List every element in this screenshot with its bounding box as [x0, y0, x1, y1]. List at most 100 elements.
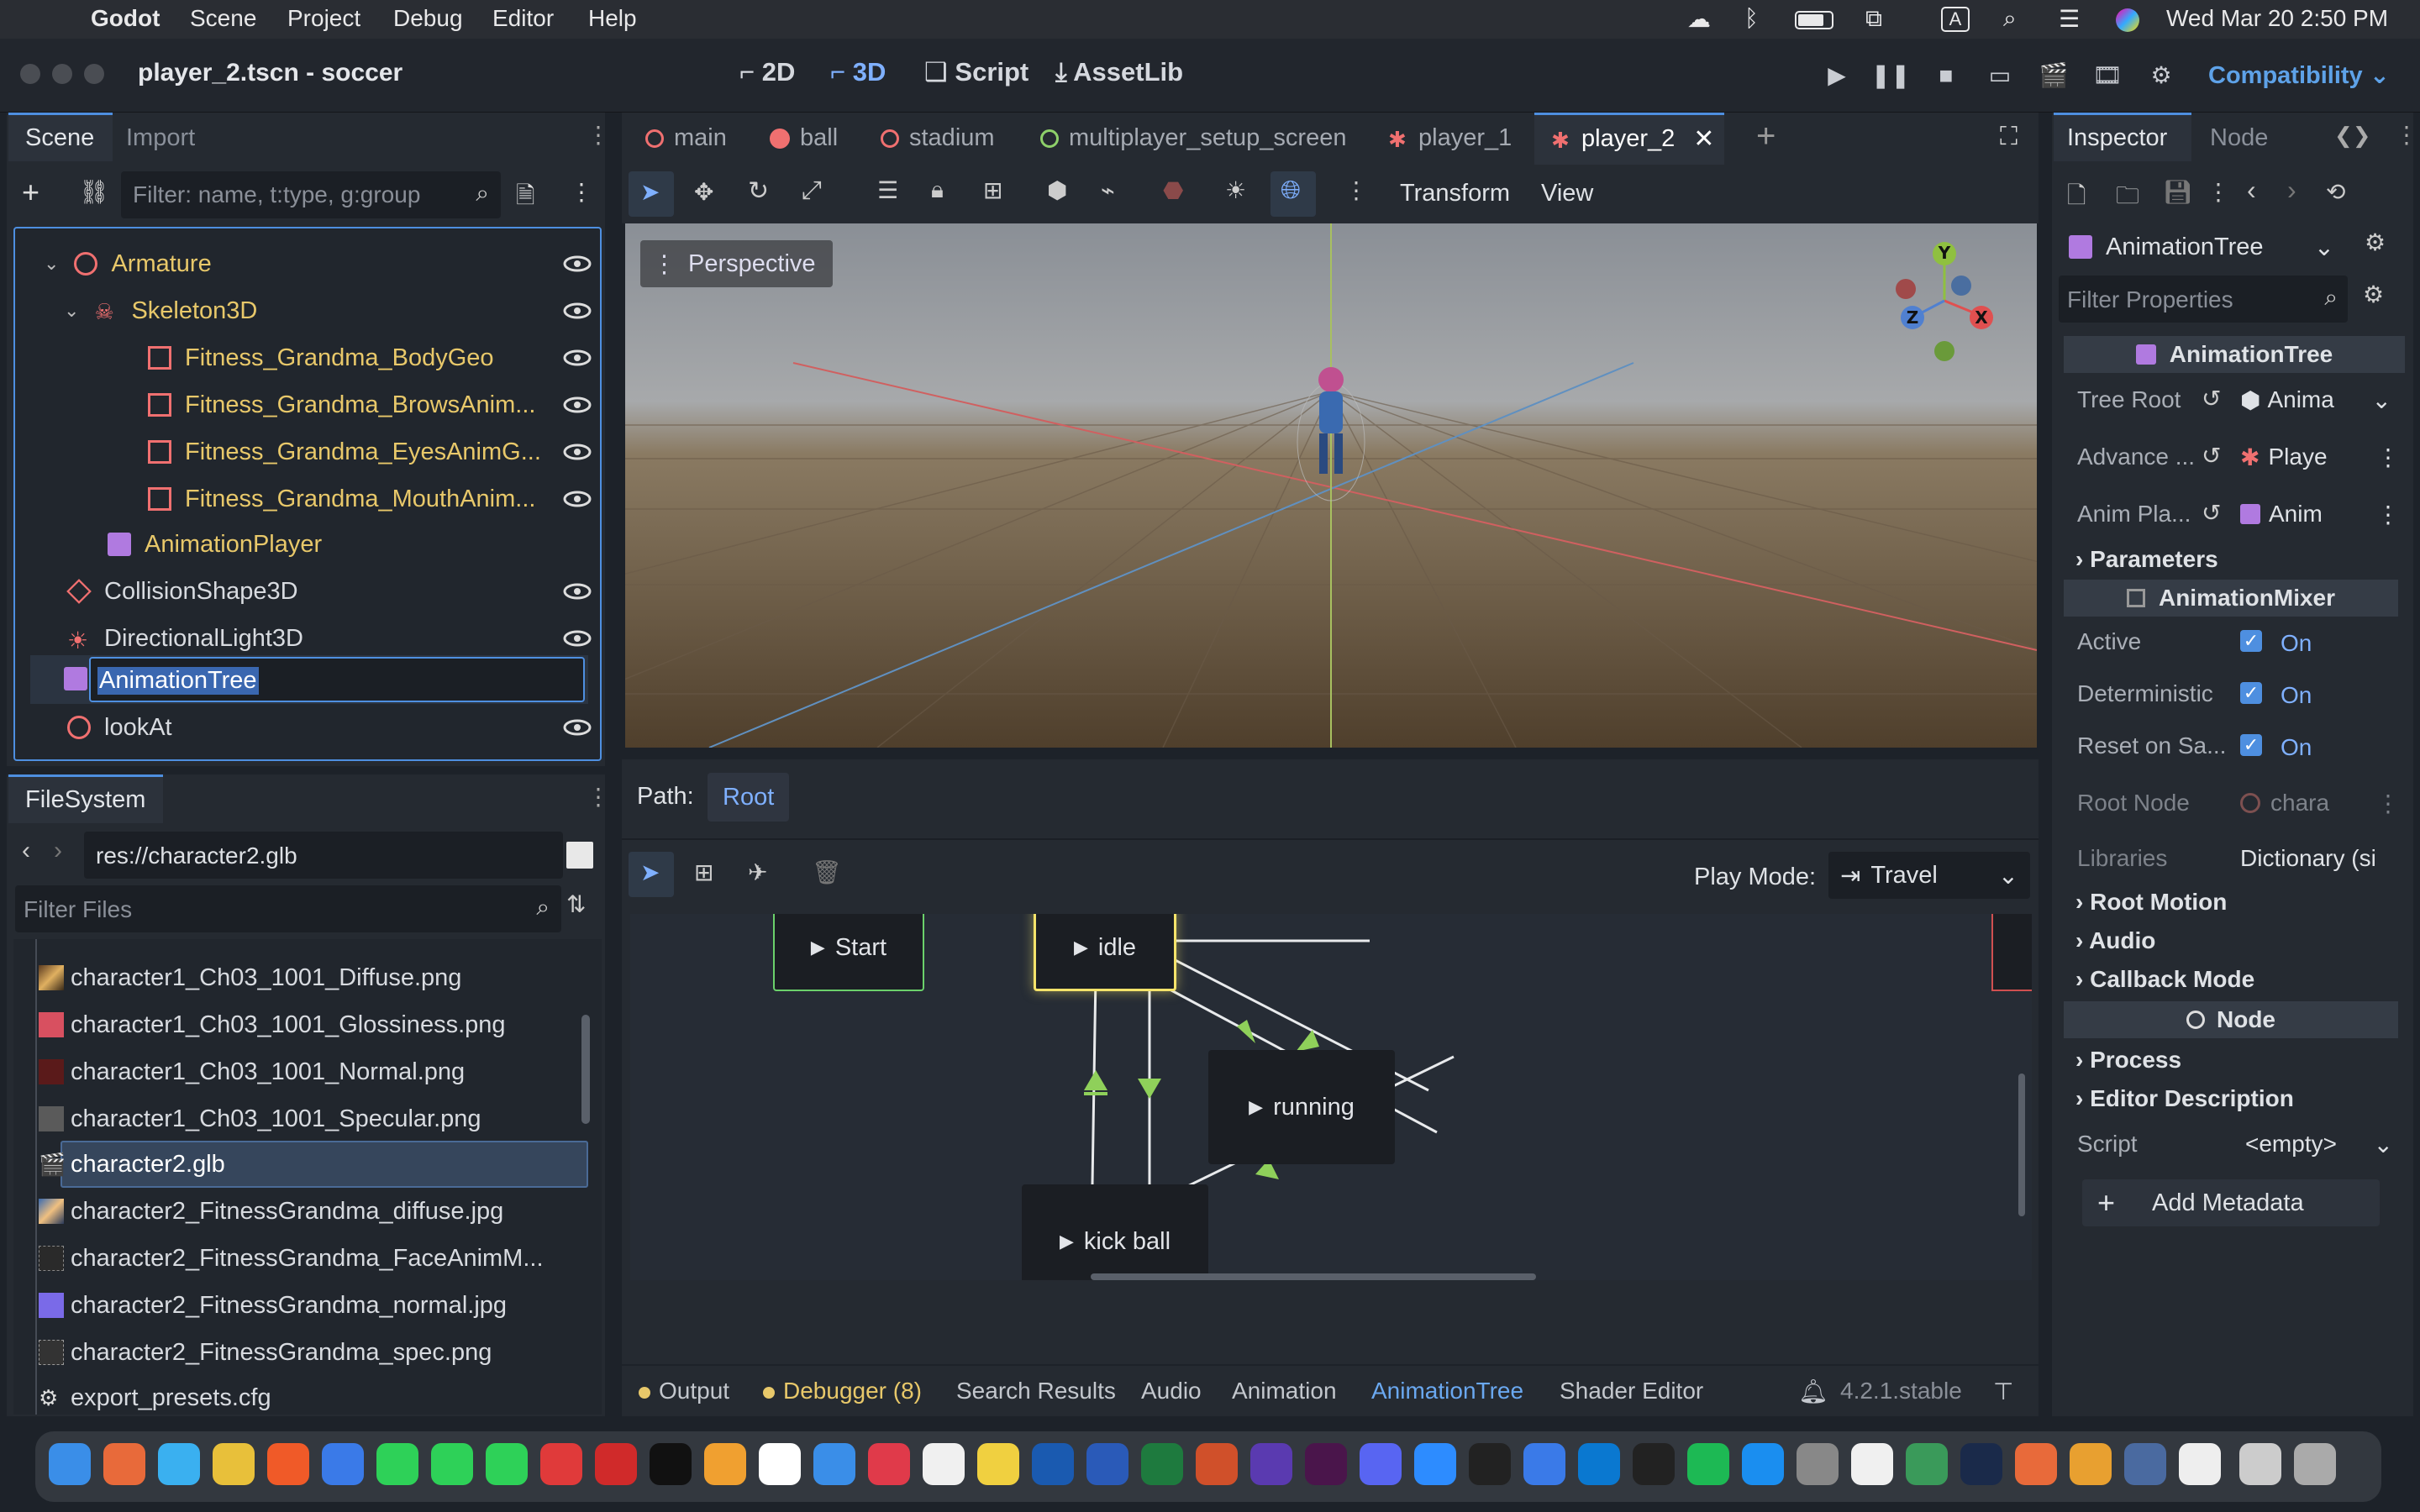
- window-zoom-button[interactable]: [84, 64, 104, 84]
- word-icon[interactable]: [1086, 1443, 1128, 1485]
- scene-tree-menu-icon[interactable]: ⋮: [570, 178, 593, 206]
- file-item[interactable]: character1_Ch03_1001_Normal.png: [39, 1050, 465, 1094]
- tab-search-results[interactable]: Search Results: [956, 1378, 1116, 1404]
- history-forward-icon[interactable]: ›: [2287, 175, 2296, 206]
- input-source-icon[interactable]: A: [1941, 7, 1970, 32]
- sun-preview-icon[interactable]: ☀: [1225, 176, 1246, 204]
- section-editor-description[interactable]: › Editor Description: [2075, 1085, 2294, 1112]
- history-back-icon[interactable]: ‹: [2247, 175, 2256, 206]
- maps-icon[interactable]: [813, 1443, 855, 1485]
- run-project-button[interactable]: ▶: [1815, 54, 1859, 97]
- object-params-icon[interactable]: ⚙: [2365, 228, 2386, 256]
- close-tab-icon[interactable]: ✕: [1693, 124, 1714, 154]
- tab-import[interactable]: Import: [126, 124, 195, 152]
- brave-icon[interactable]: [267, 1443, 309, 1485]
- add-metadata-button[interactable]: + Add Metadata: [2082, 1179, 2380, 1226]
- new-resource-icon[interactable]: 🗋: [2067, 178, 2086, 218]
- resource-menu-icon[interactable]: ⋮: [2207, 178, 2230, 206]
- file-filter-input[interactable]: Filter Files ⌕: [15, 885, 561, 932]
- open-folder-icon[interactable]: 🗀: [2116, 178, 2139, 218]
- tree-node-eyes[interactable]: Fitness_Grandma_EyesAnimG...: [148, 430, 592, 474]
- view-gizmo[interactable]: Y X Z: [1894, 240, 1995, 366]
- excel-icon[interactable]: [1141, 1443, 1183, 1485]
- zoom-icon[interactable]: [1414, 1443, 1456, 1485]
- save-icon[interactable]: 💾︎: [2163, 178, 2193, 206]
- visibility-eye-icon[interactable]: [563, 444, 592, 460]
- battery-icon[interactable]: [1795, 11, 1833, 29]
- app-menu[interactable]: Godot: [91, 5, 160, 32]
- add-node-button[interactable]: +: [22, 175, 39, 210]
- tree-node-collisionshape3d[interactable]: CollisionShape3D: [66, 570, 592, 613]
- file-item[interactable]: character2_FitnessGrandma_FaceAnimM...: [39, 1236, 544, 1280]
- menu-help[interactable]: Help: [588, 5, 637, 32]
- history-icon[interactable]: ⟲: [2326, 178, 2345, 206]
- revert-icon[interactable]: ↺: [2202, 499, 2221, 527]
- tree-node-armature[interactable]: ⌄ Armature: [44, 242, 592, 286]
- movie-maker-button[interactable]: ⚙: [2139, 54, 2183, 97]
- visibility-eye-icon[interactable]: [563, 349, 592, 366]
- state-offscreen[interactable]: [1991, 914, 2032, 991]
- nav-back-icon[interactable]: ‹: [22, 837, 30, 865]
- translate-icon[interactable]: [322, 1443, 364, 1485]
- slack-icon[interactable]: [1305, 1443, 1347, 1485]
- mode-script-button[interactable]: ❑ Script: [924, 57, 1028, 87]
- filter-properties-input[interactable]: Filter Properties ⌕: [2059, 276, 2348, 323]
- wechat-work-icon[interactable]: [1906, 1443, 1948, 1485]
- tab-filesystem[interactable]: FileSystem: [25, 786, 145, 814]
- collapse-arrow-icon[interactable]: ⌄: [64, 300, 79, 322]
- dock-menu-icon[interactable]: ⋮: [587, 121, 610, 149]
- tab-animation[interactable]: Animation: [1232, 1378, 1337, 1404]
- file-item[interactable]: character2_FitnessGrandma_spec.png: [39, 1331, 492, 1374]
- safari-icon[interactable]: [158, 1443, 200, 1485]
- folder-icon[interactable]: [2239, 1443, 2281, 1485]
- tab-animationtree[interactable]: AnimationTree: [1371, 1378, 1523, 1404]
- prop-anim-player-value[interactable]: Anim ⋮: [2240, 494, 2400, 534]
- state-machine-graph[interactable]: ▶ Start ▶ idle ▶ running ▶ kick ball: [630, 914, 2032, 1280]
- file-item[interactable]: character1_Ch03_1001_Glossiness.png: [39, 1003, 506, 1047]
- collapse-arrow-icon[interactable]: ⌄: [44, 253, 59, 275]
- state-start[interactable]: ▶ Start: [773, 914, 924, 991]
- create-node-tool-icon[interactable]: ⊞: [694, 858, 713, 886]
- instance-scene-icon[interactable]: ⛓: [79, 178, 109, 206]
- mode-assetlib-button[interactable]: ⤓ AssetLib: [1055, 57, 1183, 88]
- music-icon[interactable]: [868, 1443, 910, 1485]
- object-selector[interactable]: AnimationTree ⌄: [2059, 223, 2344, 270]
- tree-node-directionallight3d[interactable]: ☀ DirectionalLight3D: [67, 617, 592, 660]
- godot-icon[interactable]: [2124, 1443, 2166, 1485]
- launchpad-icon[interactable]: [103, 1443, 145, 1485]
- tab-audio[interactable]: Audio: [1141, 1378, 1202, 1404]
- transform-menu[interactable]: Transform: [1400, 180, 1510, 207]
- section-callback-mode[interactable]: › Callback Mode: [2075, 966, 2254, 993]
- dock-move-left-icon[interactable]: ❮❯: [2334, 123, 2371, 149]
- deterministic-checkbox[interactable]: ✓: [2240, 682, 2262, 704]
- menu-debug[interactable]: Debug: [393, 5, 463, 32]
- snap-icon[interactable]: ⌁: [1101, 176, 1115, 204]
- app-icon[interactable]: [2015, 1443, 2057, 1485]
- file-item[interactable]: character1_Ch03_1001_Diffuse.png: [39, 956, 461, 1000]
- prop-advance-value[interactable]: ✱ Playe ⋮: [2240, 437, 2400, 477]
- section-parameters[interactable]: › Parameters: [2075, 546, 2218, 573]
- local-space-icon[interactable]: ⬢: [1047, 176, 1067, 204]
- scene-tab-ball[interactable]: ball: [770, 124, 838, 152]
- prop-root-node-value[interactable]: chara ⋮: [2240, 783, 2400, 823]
- system-settings-icon[interactable]: [1797, 1443, 1839, 1485]
- file-item[interactable]: character2_FitnessGrandma_normal.jpg: [39, 1284, 507, 1327]
- file-list-scrollbar[interactable]: [581, 1015, 590, 1124]
- file-item[interactable]: ⚙ export_presets.cfg: [39, 1376, 271, 1420]
- run-current-scene-button[interactable]: 🎬: [2032, 54, 2075, 97]
- xiaohongshu-icon[interactable]: [595, 1443, 637, 1485]
- finder-icon[interactable]: [49, 1443, 91, 1485]
- window-minimize-button[interactable]: [52, 64, 72, 84]
- play-mode-select[interactable]: ⇥ Travel ⌄: [1828, 852, 2030, 899]
- menu-project[interactable]: Project: [287, 5, 360, 32]
- visibility-eye-icon[interactable]: [563, 255, 592, 272]
- outlook-icon[interactable]: [1032, 1443, 1074, 1485]
- scale-tool-icon[interactable]: ⤢: [802, 176, 822, 205]
- file-item-selected[interactable]: 🎬 character2.glb: [39, 1142, 225, 1186]
- view-menu[interactable]: View: [1541, 180, 1593, 207]
- split-mode-icon[interactable]: [566, 842, 593, 869]
- tiktok-icon[interactable]: [650, 1443, 692, 1485]
- tree-node-bodygeo[interactable]: Fitness_Grandma_BodyGeo: [148, 336, 592, 380]
- pause-button[interactable]: ❚❚: [1869, 54, 1912, 97]
- tree-node-skeleton3d[interactable]: ⌄ ☠ Skeleton3D: [64, 289, 592, 333]
